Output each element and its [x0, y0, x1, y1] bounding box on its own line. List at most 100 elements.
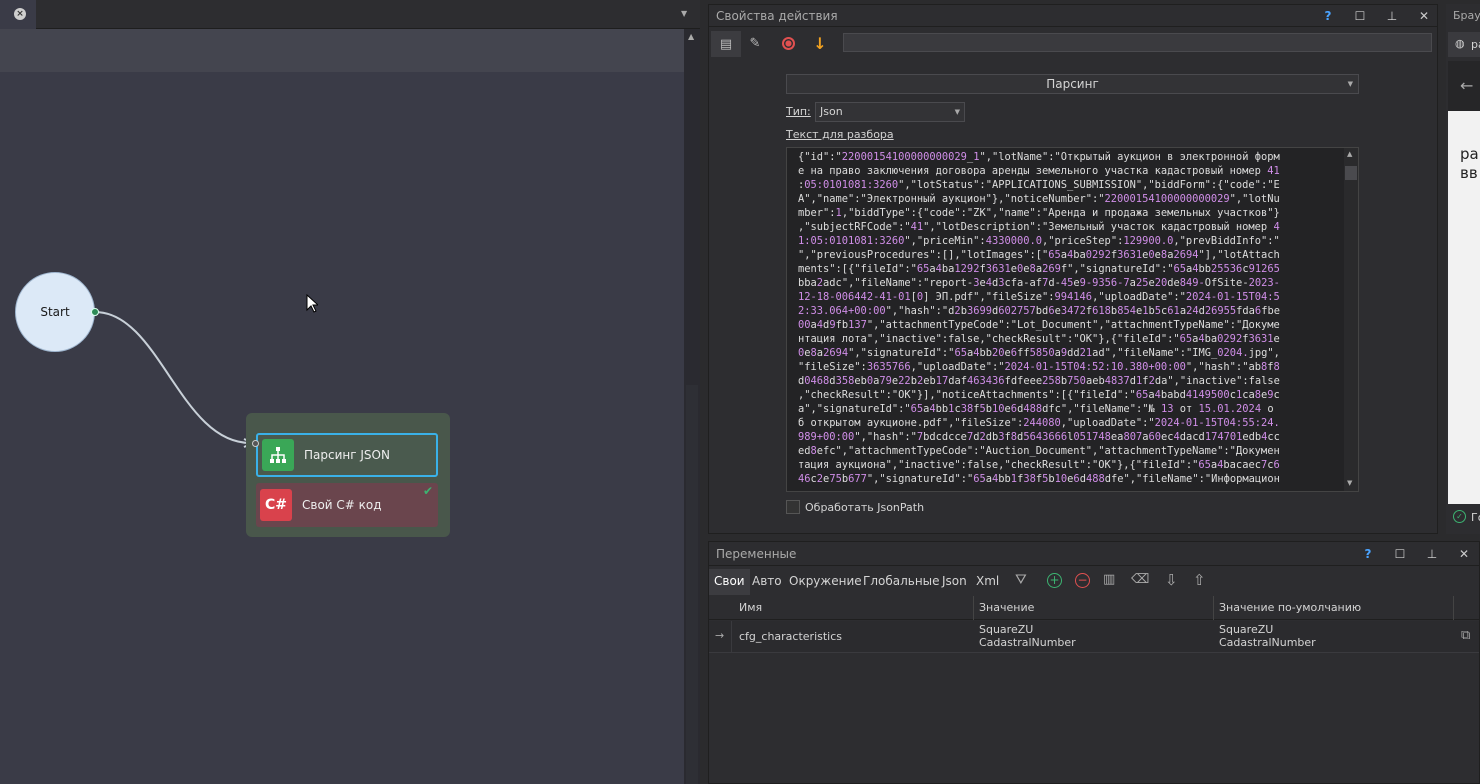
remove-icon[interactable]: −: [1075, 573, 1090, 588]
column-header-default[interactable]: Значение по-умолчанию: [1219, 601, 1361, 614]
tab-xml[interactable]: Xml: [976, 574, 999, 588]
json-line: ,"subjectRFCode":"41","lotDescription":"…: [798, 221, 1280, 233]
eraser-icon[interactable]: ⌫: [1131, 572, 1149, 587]
panel-title: Переменные: [716, 547, 797, 561]
action-json-parsing[interactable]: Парсинг JSON: [256, 433, 438, 477]
json-line: a","signatureId":"65a4bb1c38f5b10e6d488d…: [798, 403, 1274, 415]
json-line: {"id":"22000154100000000029_1","lotName"…: [798, 151, 1280, 163]
json-line: 12-18-006442-41-01[0] ЭП.pdf","fileSize"…: [798, 291, 1280, 303]
help-icon[interactable]: ?: [1360, 546, 1376, 562]
variable-value-line2[interactable]: CadastralNumber: [979, 636, 1076, 649]
json-line: нтация лота","inactive":false,"checkResu…: [798, 333, 1280, 345]
variables-tabs: Свои Авто Окружение Глобальные Json Xml …: [709, 569, 1479, 595]
jsonpath-checkbox[interactable]: [786, 500, 800, 514]
json-line: ments":[{"fileId":"65a4ba1292f3631e0e8a2…: [798, 263, 1280, 275]
copy-icon[interactable]: ⧉: [1461, 628, 1470, 643]
start-node-label: Start: [40, 305, 70, 319]
tab-own[interactable]: Свои: [709, 569, 750, 595]
action-csharp-code[interactable]: C# Свой C# код: [256, 483, 438, 527]
record-icon[interactable]: [778, 33, 798, 53]
row-arrow-icon: →: [715, 629, 725, 642]
status-ok-icon: ✓: [1453, 510, 1466, 523]
parse-text-label: Текст для разбора: [786, 128, 894, 141]
start-output-port[interactable]: [91, 308, 99, 316]
filter-icon[interactable]: ⛛: [1015, 572, 1027, 588]
json-text-content: {"id":"22000154100000000029_1","lotName"…: [798, 150, 1338, 490]
variable-name[interactable]: cfg_characteristics: [739, 630, 842, 643]
variable-default-line1[interactable]: SquareZU: [1219, 623, 1273, 636]
close-icon[interactable]: ✕: [1416, 8, 1432, 24]
connection-line: [94, 311, 256, 448]
table-row[interactable]: → cfg_characteristics SquareZU Cadastral…: [709, 621, 1479, 653]
json-line: :05:0101081:3260","lotStatus":"APPLICATI…: [798, 179, 1280, 191]
move-up-icon[interactable]: ⇧: [1193, 571, 1206, 589]
pin-icon[interactable]: ⊥: [1424, 546, 1440, 562]
action-input-port[interactable]: [252, 440, 259, 447]
csharp-icon: C#: [260, 489, 292, 521]
scroll-up-icon[interactable]: ▲: [1347, 150, 1352, 158]
scroll-down-icon[interactable]: ▼: [1347, 479, 1352, 487]
json-line: ,"checkResult":"OK"}],"noticeAttachments…: [798, 389, 1280, 401]
close-icon[interactable]: ✕: [1456, 546, 1472, 562]
jsonpath-label: Обработать JsonPath: [805, 501, 925, 514]
download-arrow-icon[interactable]: ↓: [810, 33, 830, 53]
hierarchy-icon: [262, 439, 294, 471]
json-line: 1:05:0101081:3260","priceMin":4330000.0,…: [798, 235, 1280, 247]
start-node[interactable]: Start: [15, 272, 95, 352]
tab-auto[interactable]: Авто: [752, 574, 782, 588]
browser-panel: Брауз ◍ ра ← ра вв ✓ Го: [1446, 4, 1480, 534]
json-line: 46c2e75b677","signatureId":"65a4bb1f38f5…: [798, 473, 1280, 485]
tab-global[interactable]: Глобальные: [863, 574, 940, 588]
workflow-canvas[interactable]: × ▼ ▲ Start Парсинг JSON C# Свой C# код …: [0, 0, 700, 784]
panel-title: Свойства действия: [716, 9, 838, 23]
json-line: d0468d358eb0a79e22b2eb17daf463436fdfeee2…: [798, 375, 1280, 387]
action-label: Парсинг JSON: [304, 448, 390, 462]
edit-view-icon[interactable]: ✎: [745, 33, 765, 53]
json-scrollbar[interactable]: ▲ ▼: [1344, 148, 1358, 491]
maximize-icon[interactable]: ☐: [1392, 546, 1408, 562]
column-header-name[interactable]: Имя: [739, 601, 762, 614]
globe-icon: ◍: [1455, 37, 1465, 50]
move-down-icon[interactable]: ⇩: [1165, 571, 1178, 589]
json-line: A","name":"Электронный аукцион"},"notice…: [798, 193, 1280, 205]
columns-icon[interactable]: ▥: [1103, 572, 1115, 587]
props-toolbar: ▤ ✎ ↓: [709, 27, 1437, 57]
browser-tab[interactable]: ◍ ра: [1448, 32, 1480, 57]
properties-view-icon[interactable]: ▤: [711, 31, 741, 57]
column-header-value[interactable]: Значение: [979, 601, 1034, 614]
chevron-down-icon: ▼: [1347, 80, 1353, 88]
back-arrow-icon[interactable]: ←: [1460, 76, 1473, 95]
variables-panel: Переменные ? ☐ ⊥ ✕ Свои Авто Окружение Г…: [708, 541, 1480, 784]
json-scrollbar-thumb[interactable]: [1345, 166, 1357, 180]
json-line: б открытом аукционе.pdf","fileSize":2440…: [798, 417, 1280, 429]
tab-json[interactable]: Json: [942, 574, 967, 588]
json-line: "fileSize":3635766,"uploadDate":"2024-01…: [798, 361, 1280, 373]
variable-default-line2[interactable]: CadastralNumber: [1219, 636, 1316, 649]
json-line: 989+00:00","hash":"7bdcdcce7d2db3f8d5643…: [798, 431, 1280, 443]
json-line: 2:33.064+00:00","hash":"d2b3699d602757bd…: [798, 305, 1280, 317]
toolbar-search-input[interactable]: [843, 33, 1432, 52]
json-line: е на право заключения договора аренды зе…: [798, 165, 1280, 177]
chevron-down-icon: ▼: [954, 108, 960, 116]
json-line: 00a4d9fb137","attachmentTypeCode":"Lot_D…: [798, 319, 1280, 331]
json-line: ","previousProcedures":[],"lotImages":["…: [798, 249, 1280, 261]
json-line: тация аукциона","inactive":false,"checkR…: [798, 459, 1280, 471]
type-label: Тип:: [786, 105, 811, 118]
variable-value-line1[interactable]: SquareZU: [979, 623, 1033, 636]
type-select[interactable]: Json ▼: [815, 102, 965, 122]
help-icon[interactable]: ?: [1320, 8, 1336, 24]
check-icon: ✔: [423, 484, 434, 498]
browser-title: Брауз: [1453, 9, 1480, 22]
action-label: Свой C# код: [302, 498, 382, 512]
json-line: ed8efc","attachmentTypeCode":"Auction_Do…: [798, 445, 1280, 457]
mouse-cursor-icon: [306, 294, 318, 313]
tab-environment[interactable]: Окружение: [789, 574, 862, 588]
action-type-select[interactable]: Парсинг ▼: [786, 74, 1359, 94]
add-icon[interactable]: +: [1047, 573, 1062, 588]
json-line: bba2adc","fileName":"report-3e4d3cfa-af7…: [798, 277, 1280, 289]
maximize-icon[interactable]: ☐: [1352, 8, 1368, 24]
json-line: 0e8a2694","signatureId":"65a4bb20e6ff585…: [798, 347, 1280, 359]
browser-page: ра вв: [1448, 111, 1480, 504]
pin-icon[interactable]: ⊥: [1384, 8, 1400, 24]
browser-content[interactable]: ← ра вв: [1448, 61, 1480, 504]
